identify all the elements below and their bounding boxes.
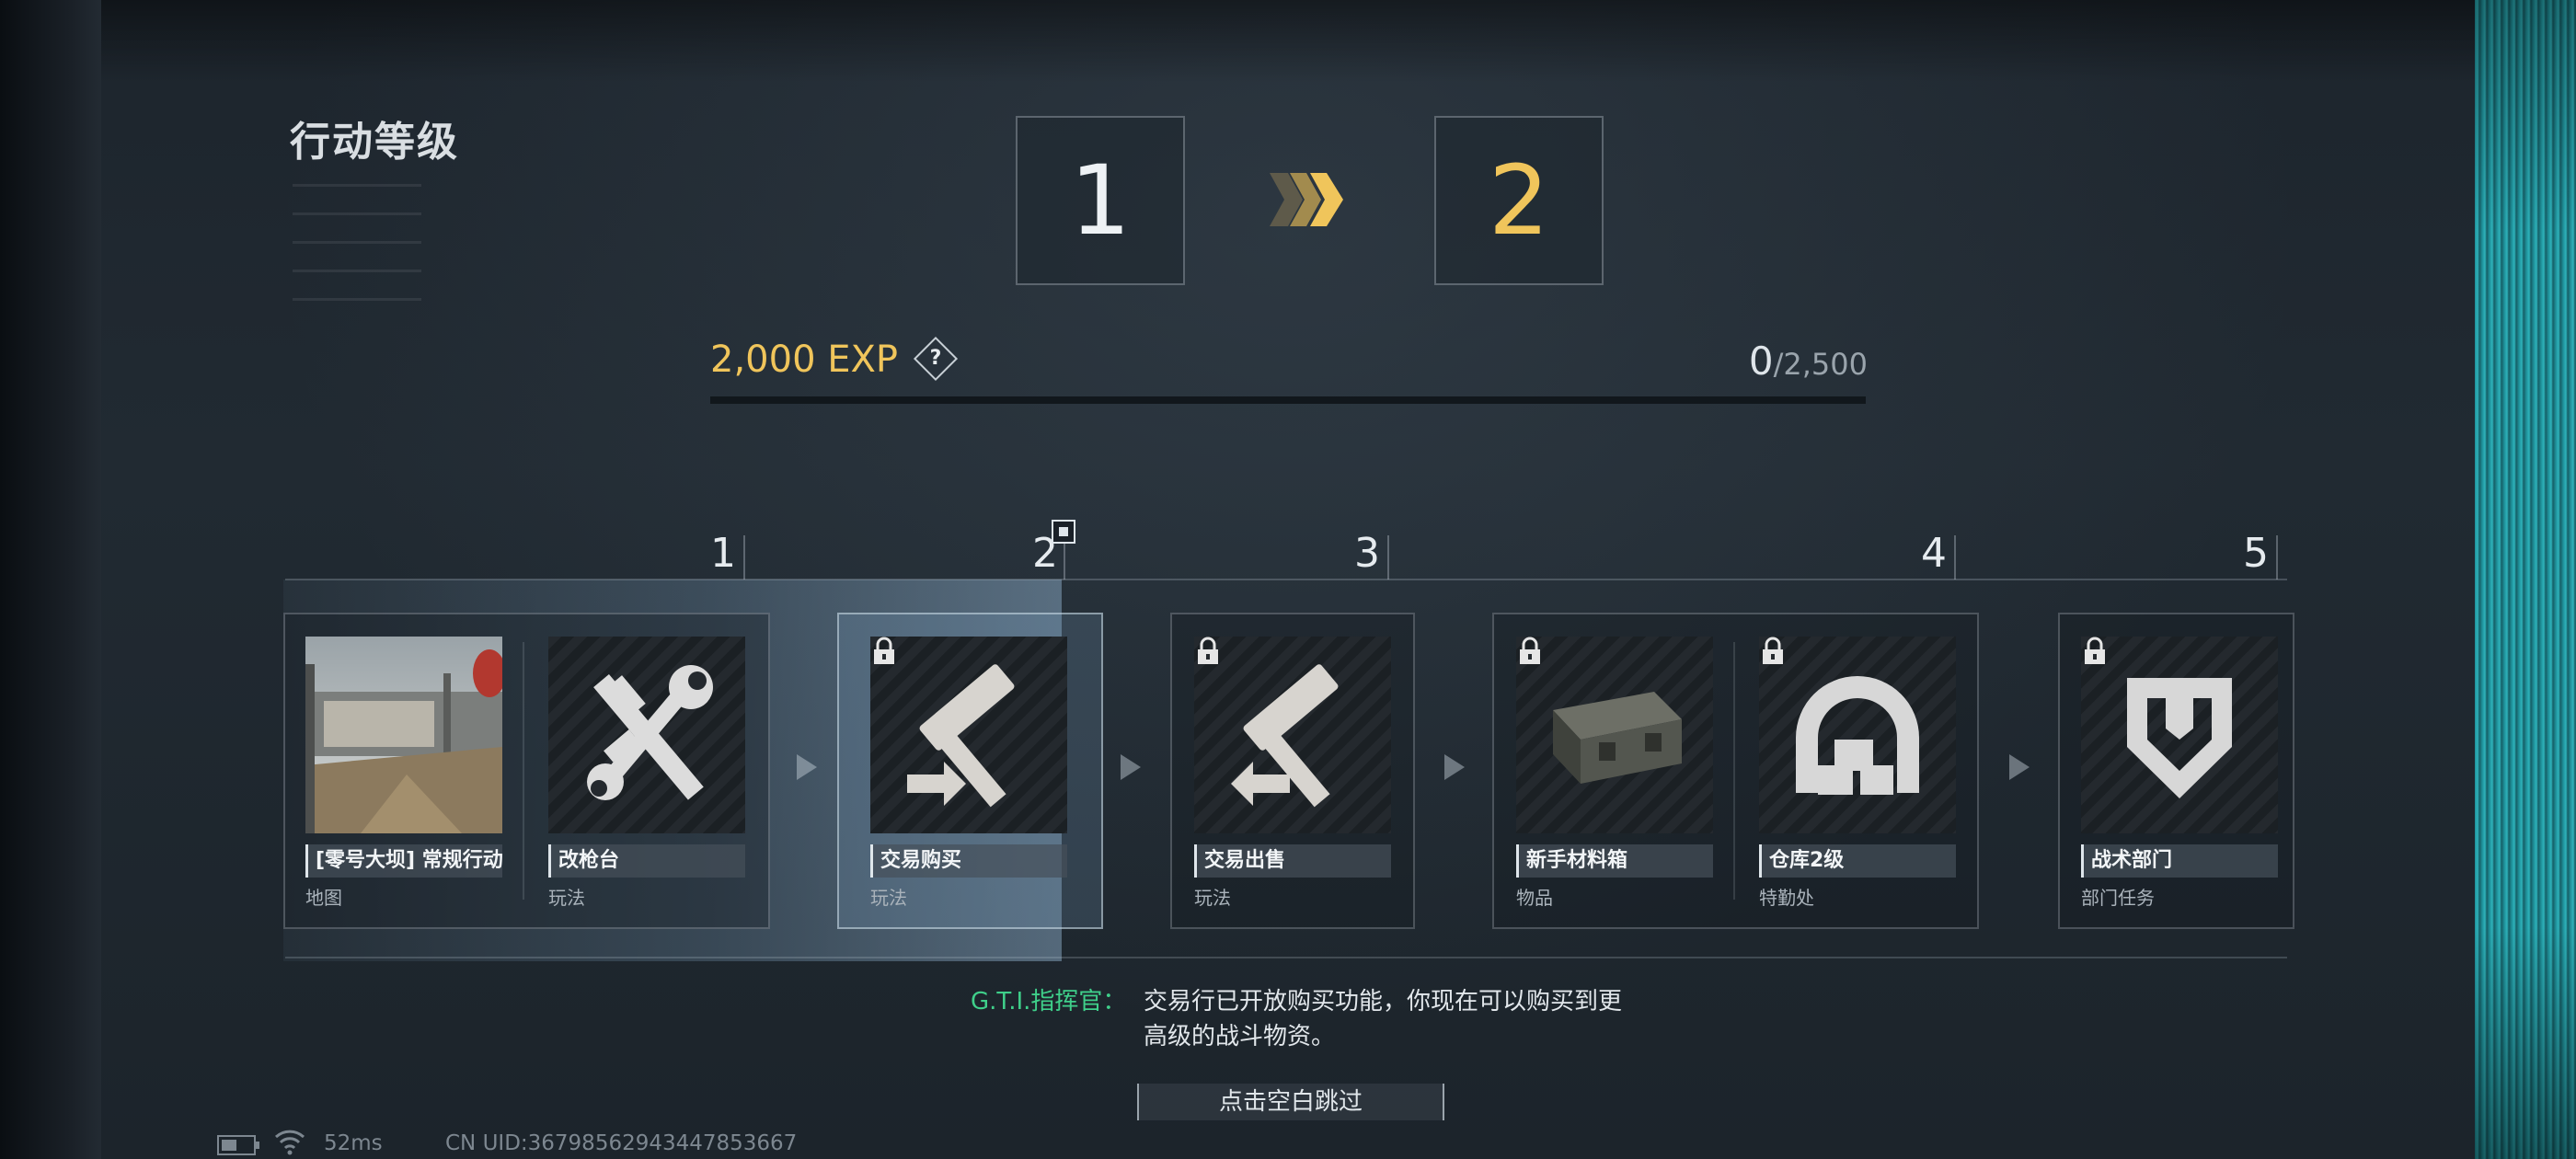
lock-icon	[2085, 637, 2105, 664]
reward-card-gunsmith[interactable]: 改枪台 玩法	[548, 637, 745, 910]
reward-type: 特勤处	[1759, 887, 1814, 909]
background-left	[0, 0, 101, 1159]
exp-separator: /	[1773, 347, 1784, 382]
map-photo	[305, 637, 502, 833]
hammer-sell-icon	[1231, 664, 1339, 808]
lock-icon	[874, 637, 894, 664]
reward-type: 玩法	[870, 887, 907, 909]
reward-name: 交易购买	[870, 844, 1067, 878]
group-divider	[523, 642, 524, 900]
decorative-text-lines	[293, 184, 421, 327]
current-level-box: 1	[1016, 116, 1185, 285]
step-arrow-icon	[2009, 754, 2030, 780]
skip-button[interactable]: 点击空白跳过	[1137, 1084, 1444, 1120]
step-arrow-icon	[1121, 754, 1141, 780]
reward-name: 新手材料箱	[1516, 844, 1713, 878]
reward-card-map[interactable]: [零号大坝] 常规行动 地图	[305, 637, 502, 910]
step-arrow-icon	[1444, 754, 1465, 780]
milestone-tick	[1387, 535, 1389, 580]
milestone-tick	[743, 535, 745, 580]
exp-progress-bar	[710, 396, 1866, 404]
group-divider	[1733, 642, 1735, 900]
milestone-tick	[2276, 535, 2278, 580]
milestone-3: 3	[1354, 530, 1380, 577]
lock-icon	[1198, 637, 1218, 664]
ping-text: 52ms	[324, 1131, 383, 1155]
page-title: 行动等级	[290, 119, 459, 166]
battery-icon	[217, 1135, 259, 1155]
reward-name: 交易出售	[1194, 844, 1391, 878]
lock-icon	[1520, 637, 1540, 664]
exp-gain-label: 2,000 EXP	[710, 339, 899, 381]
warehouse-icon	[1796, 676, 1919, 795]
reward-type: 玩法	[548, 887, 585, 909]
crate-icon	[1553, 692, 1682, 784]
reward-type: 物品	[1516, 887, 1553, 909]
reward-name: 改枪台	[548, 844, 745, 878]
exp-progress-text: 0/2,500	[1748, 339, 1868, 384]
reward-card-material-crate[interactable]: 新手材料箱 物品	[1516, 637, 1713, 910]
level-up-arrow-icon	[1270, 173, 1343, 226]
reward-name: [零号大坝] 常规行动	[305, 844, 502, 878]
reward-name: 仓库2级	[1759, 844, 1956, 878]
reward-card-trade-buy[interactable]: 交易购买 玩法	[870, 637, 1067, 910]
lock-icon	[1763, 637, 1783, 664]
reward-card-warehouse[interactable]: 仓库2级 特勤处	[1759, 637, 1956, 910]
reward-card-tactical-department[interactable]: 战术部门 部门任务	[2081, 637, 2278, 910]
reward-name: 战术部门	[2081, 844, 2278, 878]
dialogue-speaker: G.T.I.指挥官：	[971, 988, 1127, 1016]
step-arrow-icon	[797, 754, 817, 780]
wifi-icon	[274, 1130, 305, 1155]
milestone-1: 1	[710, 530, 736, 577]
reward-type: 地图	[305, 887, 342, 909]
milestone-5: 5	[2243, 530, 2269, 577]
exp-max: 2,500	[1783, 347, 1868, 382]
reward-card-trade-sell[interactable]: 交易出售 玩法	[1194, 637, 1391, 910]
milestone-4: 4	[1921, 530, 1947, 577]
next-level-box: 2	[1434, 116, 1604, 285]
milestone-tick	[1954, 535, 1956, 580]
reward-type: 玩法	[1194, 887, 1231, 909]
reward-type: 部门任务	[2081, 887, 2155, 909]
hammer-buy-icon	[907, 664, 1015, 808]
exp-current: 0	[1748, 339, 1774, 384]
dialogue-message: 交易行已开放购买功能，你现在可以购买到更高级的战斗物资。	[1144, 988, 1623, 1050]
gun-wrench-icon	[587, 665, 713, 800]
background-right	[2475, 0, 2576, 1159]
milestone-track	[285, 579, 2287, 580]
uid-text: CN UID:3679856294344785366​7	[445, 1131, 798, 1155]
track-bottom-line	[285, 957, 2287, 958]
current-position-marker	[1052, 520, 1075, 544]
shield-icon	[2127, 678, 2232, 798]
